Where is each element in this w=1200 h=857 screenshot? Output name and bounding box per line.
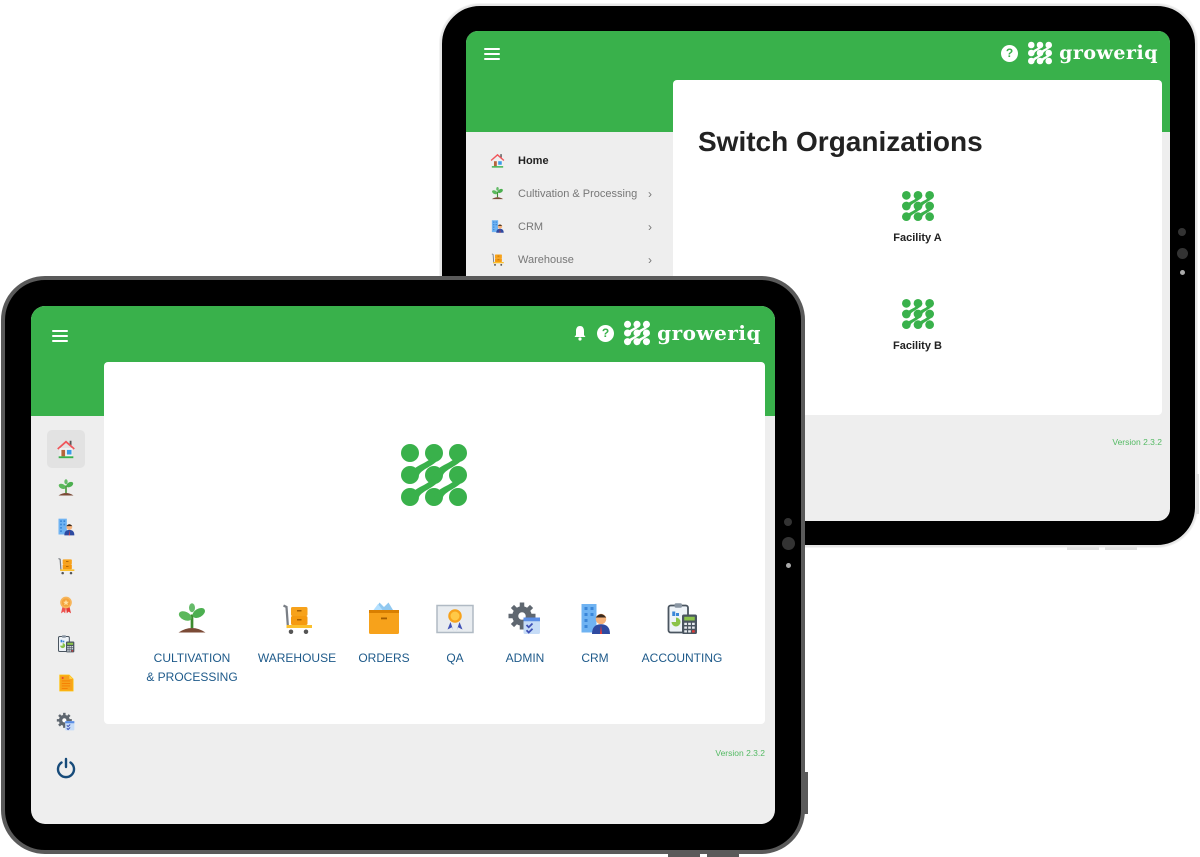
sidebar-item-label: Warehouse (518, 253, 574, 266)
hardware-button (1105, 547, 1137, 550)
rail-item-warehouse[interactable] (47, 547, 85, 585)
gear-checklist-icon (505, 599, 545, 639)
logout-button[interactable] (47, 749, 85, 787)
organization-name: Facility B (893, 340, 942, 352)
sidebar-item-label: CRM (518, 220, 544, 233)
help-icon[interactable]: ? (1001, 44, 1019, 62)
module-label: CRM (581, 651, 609, 665)
sidebar-item-crm[interactable]: CRM › (466, 210, 672, 243)
header-actions: ? groweriq (1001, 41, 1158, 65)
module-crm[interactable]: CRM (567, 599, 623, 668)
document-icon (56, 673, 76, 693)
groweriq-logo-icon (623, 320, 651, 346)
rail-item-home[interactable] (47, 430, 85, 468)
plant-icon (172, 599, 212, 639)
qa-certificate-icon (435, 599, 475, 639)
warehouse-cart-icon (488, 252, 506, 268)
header-actions: ? groweriq (572, 320, 761, 346)
sidebar-rail (31, 416, 104, 788)
page-title: Switch Organizations (698, 126, 983, 157)
chevron-right-icon: › (648, 219, 652, 234)
clipboard-calculator-icon (662, 599, 702, 639)
chevron-right-icon: › (648, 186, 652, 201)
rail-item-crm[interactable] (47, 508, 85, 546)
module-label: WAREHOUSE (257, 651, 337, 665)
module-label: ACCOUNTING (641, 651, 723, 665)
groweriq-logo-icon (1027, 41, 1053, 65)
bell-icon[interactable] (572, 325, 588, 342)
house-icon (488, 153, 506, 169)
groweriq-logo-icon (399, 442, 469, 508)
camera-dot (784, 518, 792, 526)
warehouse-cart-icon (277, 599, 317, 639)
logo-wordmark: groweriq (657, 321, 761, 345)
module-orders[interactable]: ORDERS (349, 599, 419, 668)
sidebar-item-label: Home (518, 154, 549, 167)
hardware-button (1196, 474, 1199, 514)
plant-icon (56, 478, 76, 498)
help-icon[interactable]: ? (597, 324, 615, 342)
sidebar-item-label: Cultivation & Processing (518, 187, 638, 200)
sensor-dot (786, 563, 791, 568)
sidebar-item-home[interactable]: Home (466, 144, 672, 177)
rail-item-qa[interactable] (47, 586, 85, 624)
gear-checklist-icon (56, 712, 76, 732)
award-ribbon-icon (56, 595, 76, 615)
groweriq-logo: groweriq (1027, 41, 1158, 65)
clipboard-calculator-icon (56, 634, 76, 654)
front-screen: ? groweriq CULTIVATION & PROCESSING WARE… (31, 306, 775, 824)
rail-item-orders[interactable] (47, 664, 85, 702)
front-tablet-frame: ? groweriq CULTIVATION & PROCESSING WARE… (1, 276, 805, 854)
rail-item-admin[interactable] (47, 703, 85, 741)
sensor-dot (1180, 270, 1185, 275)
organization-facility-a[interactable]: Facility A (673, 190, 1162, 244)
camera-lens (1177, 248, 1188, 259)
house-icon (55, 438, 77, 460)
power-icon (54, 756, 78, 780)
version-label: Version 2.3.2 (715, 748, 765, 758)
rail-item-cultivation[interactable] (47, 469, 85, 507)
warehouse-cart-icon (56, 556, 76, 576)
home-dashboard-card: CULTIVATION & PROCESSING WAREHOUSE ORDER… (104, 362, 765, 724)
module-label: CULTIVATION & PROCESSING (146, 651, 238, 684)
sidebar-item-cultivation[interactable]: Cultivation & Processing › (466, 177, 672, 210)
rail-item-accounting[interactable] (47, 625, 85, 663)
orders-box-icon (364, 599, 404, 639)
chevron-right-icon: › (648, 252, 652, 267)
groweriq-logo: groweriq (623, 320, 761, 346)
crm-building-person-icon (56, 517, 76, 537)
plant-icon (488, 186, 506, 202)
module-qa[interactable]: QA (426, 599, 484, 668)
groweriq-logo-icon (901, 298, 935, 330)
module-admin[interactable]: ADMIN (494, 599, 556, 668)
hardware-button (1067, 547, 1099, 550)
module-cultivation-processing[interactable]: CULTIVATION & PROCESSING (142, 599, 242, 687)
groweriq-logo-icon (901, 190, 935, 222)
sidebar: Home Cultivation & Processing › CRM › Wa… (466, 132, 672, 276)
crm-building-person-icon (488, 219, 506, 235)
camera-lens (782, 537, 795, 550)
module-label: ADMIN (505, 651, 545, 665)
organization-name: Facility A (893, 232, 942, 244)
module-label: QA (446, 651, 464, 665)
camera-dot (1178, 228, 1186, 236)
version-label: Version 2.3.2 (1112, 437, 1162, 447)
module-label: ORDERS (358, 651, 410, 665)
menu-hamburger-icon[interactable] (484, 48, 500, 60)
crm-building-person-icon (575, 599, 615, 639)
module-warehouse[interactable]: WAREHOUSE (252, 599, 342, 668)
groweriq-logo-large (399, 442, 469, 513)
logo-wordmark: groweriq (1059, 42, 1158, 64)
module-accounting[interactable]: ACCOUNTING (632, 599, 732, 668)
sidebar-item-warehouse[interactable]: Warehouse › (466, 243, 672, 276)
hardware-button (804, 772, 808, 814)
menu-hamburger-icon[interactable] (52, 330, 68, 342)
